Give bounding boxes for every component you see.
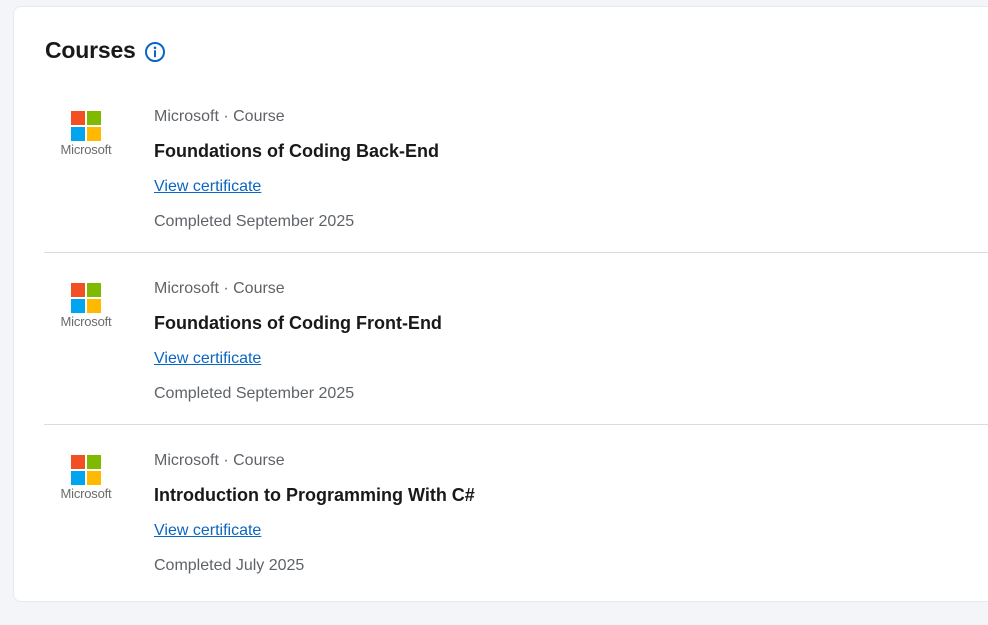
section-title: Courses [45, 37, 136, 63]
microsoft-squares-icon [71, 455, 101, 485]
course-name: Foundations of Coding Front-End [154, 313, 442, 333]
view-certificate-link[interactable]: View certificate [154, 178, 261, 196]
microsoft-squares-icon [71, 283, 101, 313]
logo-wordmark: Microsoft [60, 314, 112, 329]
view-certificate-link[interactable]: View certificate [154, 350, 261, 368]
microsoft-logo[interactable]: Microsoft [56, 455, 116, 503]
course-meta: Microsoft · Course [154, 452, 285, 469]
microsoft-logo[interactable]: Microsoft [56, 111, 116, 159]
view-certificate-link[interactable]: View certificate [154, 522, 261, 540]
course-list-item: Microsoft Microsoft · Course Foundations… [44, 81, 988, 253]
course-name: Foundations of Coding Back-End [154, 141, 439, 161]
course-list: Microsoft Microsoft · Course Foundations… [44, 81, 988, 596]
course-list-item: Microsoft Microsoft · Course Foundations… [44, 253, 988, 425]
completion-date: Completed September 2025 [154, 213, 355, 230]
course-meta: Microsoft · Course [154, 280, 285, 297]
courses-card: Courses Microsoft Microsoft · Course Fou… [13, 6, 988, 602]
section-header: Courses [45, 37, 166, 64]
logo-wordmark: Microsoft [60, 486, 112, 501]
completion-date: Completed July 2025 [154, 557, 305, 574]
info-icon[interactable] [144, 41, 166, 63]
microsoft-logo[interactable]: Microsoft [56, 283, 116, 331]
logo-wordmark: Microsoft [60, 142, 112, 157]
microsoft-squares-icon [71, 111, 101, 141]
course-name: Introduction to Programming With C# [154, 485, 475, 505]
course-list-item: Microsoft Microsoft · Course Introductio… [44, 425, 988, 596]
completion-date: Completed September 2025 [154, 385, 355, 402]
course-meta: Microsoft · Course [154, 108, 285, 125]
